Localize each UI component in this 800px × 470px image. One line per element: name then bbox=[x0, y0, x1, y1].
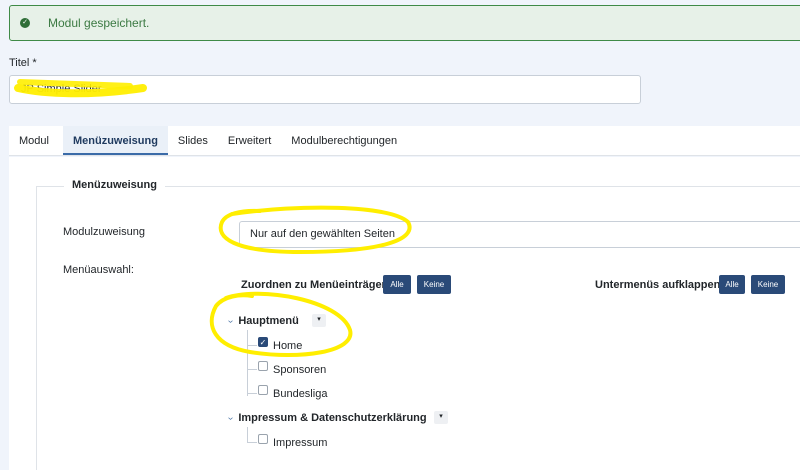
caret-down-icon[interactable]: ▾ bbox=[312, 314, 326, 327]
check-circle-icon: ✓ bbox=[10, 6, 40, 40]
menu-group-hauptmenu[interactable]: › Hauptmenü bbox=[225, 315, 299, 327]
menu-group-label: Hauptmenü bbox=[238, 315, 299, 327]
menu-group-impressum[interactable]: › Impressum & Datenschutzerklärung bbox=[225, 412, 427, 424]
expand-none-button[interactable]: Keine bbox=[751, 275, 785, 294]
expand-header: Untermenüs aufklappen bbox=[595, 279, 721, 291]
tab-modul[interactable]: Modul bbox=[9, 126, 59, 155]
tab-menuzuweisung[interactable]: Menüzuweisung bbox=[62, 126, 168, 155]
tree-line bbox=[247, 427, 248, 443]
menu-item-bundesliga: Bundesliga bbox=[273, 388, 328, 400]
menu-item-home: Home bbox=[273, 340, 303, 352]
menu-group-label: Impressum & Datenschutzerklärung bbox=[238, 412, 427, 424]
tree-tick bbox=[247, 369, 257, 370]
assign-all-button[interactable]: Alle bbox=[383, 275, 411, 294]
checkbox-home[interactable]: ✓ bbox=[258, 337, 268, 347]
tab-slides[interactable]: Slides bbox=[168, 126, 218, 155]
alert-message: Modul gespeichert. bbox=[48, 16, 150, 30]
tab-modulberechtigungen[interactable]: Modulberechtigungen bbox=[281, 126, 407, 155]
tab-panel: Menüzuweisung Modulzuweisung Nur auf den… bbox=[9, 157, 800, 470]
chevron-down-icon: › bbox=[225, 416, 237, 420]
tree-tick bbox=[247, 345, 257, 346]
caret-down-icon[interactable]: ▾ bbox=[434, 411, 448, 424]
fieldset-legend: Menüzuweisung bbox=[64, 179, 165, 191]
menu-item-impressum: Impressum bbox=[273, 437, 328, 449]
title-label: Titel * bbox=[9, 57, 37, 69]
tree-tick bbox=[247, 442, 257, 443]
assign-header: Zuordnen zu Menüeinträgen bbox=[241, 279, 389, 291]
tree-tick bbox=[247, 393, 257, 394]
tab-erweitert[interactable]: Erweitert bbox=[218, 126, 281, 155]
menu-item-sponsoren: Sponsoren bbox=[273, 364, 327, 376]
expand-all-button[interactable]: Alle bbox=[719, 275, 745, 294]
checkbox-sponsoren[interactable] bbox=[258, 361, 268, 371]
assign-none-button[interactable]: Keine bbox=[417, 275, 451, 294]
chevron-down-icon: › bbox=[225, 319, 237, 323]
tab-bar: Modul Menüzuweisung Slides Erweitert Mod… bbox=[9, 126, 800, 156]
module-assignment-select[interactable]: Nur auf den gewählten Seiten bbox=[239, 221, 800, 248]
checkbox-impressum[interactable] bbox=[258, 434, 268, 444]
tree-line bbox=[247, 330, 248, 396]
module-assignment-label: Modulzuweisung bbox=[63, 226, 145, 238]
success-alert: ✓ Modul gespeichert. bbox=[9, 5, 800, 41]
checkbox-bundesliga[interactable] bbox=[258, 385, 268, 395]
menu-selection-label: Menüauswahl: bbox=[63, 264, 134, 276]
title-input[interactable]: JP Simple Slider bbox=[9, 75, 641, 104]
